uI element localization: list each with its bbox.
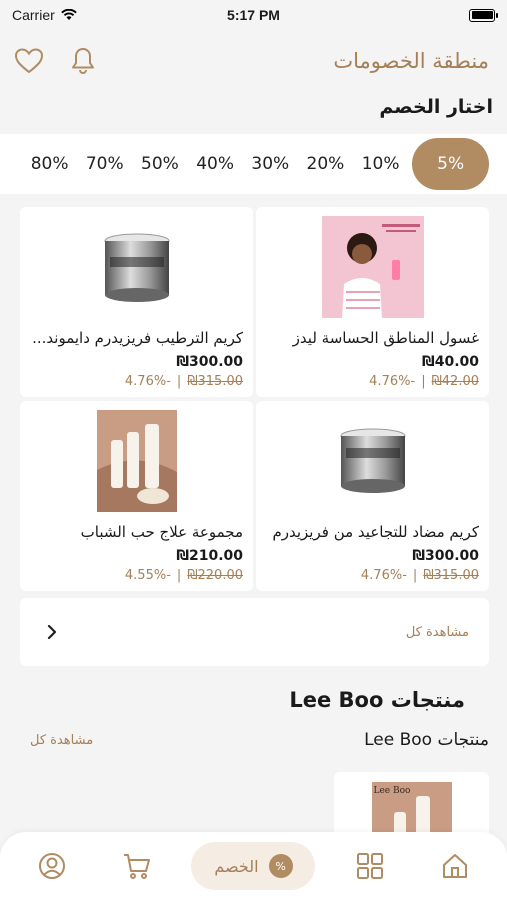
brand-product-label: Lee Boo	[373, 786, 411, 796]
header: منطقة الخصومات	[0, 38, 507, 84]
tab-profile[interactable]	[22, 842, 82, 890]
product-price: ₪300.00	[176, 354, 243, 370]
product-old-price: ₪315.00	[187, 374, 243, 389]
discount-section-label: اختار الخصم	[379, 96, 493, 118]
discount-option-30[interactable]: 30%	[243, 138, 298, 190]
wifi-icon	[60, 9, 77, 20]
tab-cart[interactable]	[107, 842, 167, 890]
view-all-label: مشاهدة كل	[405, 624, 469, 640]
product-discount: -4.76%	[369, 374, 416, 389]
product-image-sensitive-wash	[321, 215, 425, 319]
brand-subtitle: منتجات Lee Boo	[364, 730, 489, 750]
cart-icon	[123, 854, 150, 879]
product-discount: -4.55%	[124, 568, 171, 583]
discount-option-10[interactable]: 10%	[353, 138, 408, 190]
product-old-price: ₪220.00	[187, 568, 243, 583]
separator: |	[412, 568, 418, 583]
tab-discounts-label: الخصم	[214, 856, 259, 876]
brand-view-all-link[interactable]: مشاهدة كل	[30, 733, 93, 748]
separator: |	[421, 374, 426, 389]
grid-icon	[357, 853, 384, 879]
discount-option-80[interactable]: 80%	[22, 138, 77, 190]
chevron-right-icon	[47, 624, 57, 640]
brand-row: مشاهدة كل منتجات Lee Boo	[30, 730, 489, 750]
bottom-tab-bar: الخصم %	[0, 832, 507, 900]
product-name: مجموعة علاج حب الشباب	[80, 523, 243, 541]
carrier-label: Carrier	[12, 7, 55, 23]
product-name: كريم الترطيب فريزيدرم دايموند...	[32, 329, 243, 347]
product-price: ₪300.00	[412, 548, 479, 564]
status-left: Carrier	[12, 7, 77, 23]
product-image-acne-kit	[85, 409, 189, 513]
product-old-row: ₪42.00 | -4.76%	[369, 374, 479, 389]
product-image-anti-wrinkle	[321, 409, 425, 513]
discount-option-50[interactable]: 50%	[132, 138, 187, 190]
page-title: منطقة الخصومات	[333, 49, 489, 73]
product-name: كريم مضاد للتجاعيد من فريزيدرم	[272, 523, 479, 541]
brand-section-title: منتجات Lee Boo	[289, 688, 465, 712]
product-card[interactable]: كريم مضاد للتجاعيد من فريزيدرم ₪300.00 ₪…	[256, 401, 489, 591]
product-card[interactable]: كريم الترطيب فريزيدرم دايموند... ₪300.00…	[20, 207, 253, 397]
discount-option-70[interactable]: 70%	[77, 138, 132, 190]
product-image-diamond-cream	[85, 215, 189, 319]
product-card[interactable]: غسول المناطق الحساسة ليدز ₪40.00 ₪42.00 …	[256, 207, 489, 397]
discount-option-5-selected[interactable]: 5%	[412, 138, 490, 190]
product-card[interactable]: مجموعة علاج حب الشباب ₪210.00 ₪220.00 | …	[20, 401, 253, 591]
bell-icon[interactable]	[70, 46, 96, 76]
header-icons	[14, 46, 96, 76]
product-price: ₪40.00	[422, 354, 479, 370]
heart-icon[interactable]	[14, 47, 44, 75]
product-price: ₪210.00	[176, 548, 243, 564]
discount-badge-icon: %	[268, 854, 293, 878]
discount-selector: 80% 70% 50% 40% 30% 20% 10% 5%	[0, 134, 507, 194]
tab-discounts-active[interactable]: الخصم %	[191, 842, 316, 890]
product-discount: -4.76%	[124, 374, 171, 389]
product-old-row: ₪315.00 | -4.76%	[125, 374, 243, 389]
product-old-row: ₪315.00 | -4.76%	[361, 568, 479, 583]
view-all-discounts-button[interactable]: مشاهدة كل	[20, 598, 489, 666]
discount-option-20[interactable]: 20%	[298, 138, 353, 190]
separator: |	[176, 374, 182, 389]
product-grid: كريم الترطيب فريزيدرم دايموند... ₪300.00…	[20, 207, 489, 591]
product-old-row: ₪220.00 | -4.55%	[125, 568, 243, 583]
product-name: غسول المناطق الحساسة ليدز	[292, 329, 479, 347]
profile-icon	[39, 853, 66, 879]
status-bar: Carrier 5:17 PM	[0, 0, 507, 30]
tab-categories[interactable]	[340, 842, 400, 890]
separator: |	[176, 568, 182, 583]
tab-home[interactable]	[425, 842, 485, 890]
home-icon	[442, 854, 467, 878]
product-old-price: ₪315.00	[423, 568, 479, 583]
discount-option-40[interactable]: 40%	[188, 138, 243, 190]
product-discount: -4.76%	[360, 568, 407, 583]
battery-icon	[469, 8, 498, 22]
product-old-price: ₪42.00	[431, 374, 479, 389]
